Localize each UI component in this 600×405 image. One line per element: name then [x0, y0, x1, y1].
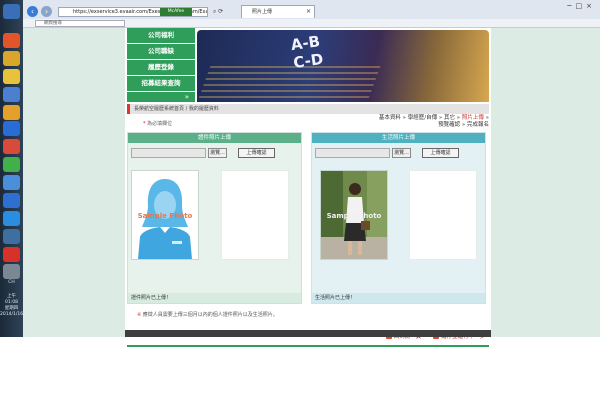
step-indicator: 基本資料 » 學經歷/自傳 » 其它 » 照片上傳 » 預覽確認 » 完成報名: [375, 115, 489, 128]
step-complete: 完成報名: [466, 121, 489, 128]
taskbar-app-icon[interactable]: [3, 193, 20, 208]
life-photo-status: 生活照片已上傳！: [312, 293, 485, 303]
life-photo-upload-button[interactable]: 上傳確認: [422, 148, 459, 158]
notice-text: 應徵人員需要上傳三個月以內的個人證件照片以及生活照片。: [142, 312, 278, 318]
step-photo-upload: 照片上傳: [461, 115, 484, 121]
taskbar-app-icon[interactable]: [3, 264, 20, 279]
clock-date: 2014/1/16: [0, 312, 24, 317]
menu-resume-register[interactable]: 履歷登錄: [127, 60, 195, 75]
notice-mark: ※: [137, 312, 142, 318]
lang-indicator[interactable]: CH: [0, 280, 23, 286]
id-photo-panel: 證件照片上傳 瀏覽... 上傳確認 Sample Photo 證件照片已上傳！: [127, 132, 302, 304]
skype-icon[interactable]: [3, 211, 20, 226]
life-photo-sample: Sample Photo: [320, 170, 388, 260]
life-photo-panel: 生活照片上傳 瀏覽... 上傳確認 Sample Photo 生活照片已上傳！: [311, 132, 486, 304]
tab-photo-upload[interactable]: 照片上傳 ×: [241, 5, 315, 18]
upload-notice: ※ 應徵人員需要上傳三個月以內的個人證件照片以及生活照片。: [137, 311, 278, 318]
taskbar-app-icon[interactable]: [3, 33, 20, 48]
gate-sign: A-B C-D: [290, 32, 325, 72]
media-icon[interactable]: [3, 105, 20, 120]
line-icon[interactable]: [3, 157, 20, 172]
menu-more-icon[interactable]: »: [127, 92, 195, 102]
id-photo-title: 證件照片上傳: [128, 133, 301, 143]
taskbar-app-icon[interactable]: [3, 87, 20, 102]
web-search-input[interactable]: 網頁搜尋: [35, 20, 125, 27]
taskbar-app-icon[interactable]: [3, 247, 20, 262]
menu-job-openings[interactable]: 公司職缺: [127, 44, 195, 59]
required-note: * 為必填欄位: [143, 120, 172, 127]
system-tray: CH 上午 01:08 星期四 2014/1/16: [0, 280, 23, 318]
mcafee-badge[interactable]: McAfee: [160, 8, 192, 16]
step-basic-info: 基本資料: [378, 115, 401, 121]
id-photo-status: 證件照片已上傳！: [128, 293, 301, 303]
chrome-icon[interactable]: [3, 139, 20, 154]
step-preview: 預覽確認: [438, 121, 461, 128]
start-button[interactable]: [3, 4, 20, 19]
clock-time: 上午 01:08: [5, 294, 18, 305]
folder-icon[interactable]: [3, 69, 20, 84]
id-photo-sample: Sample Photo: [131, 170, 199, 260]
windows-taskbar: CH 上午 01:08 星期四 2014/1/16: [0, 0, 23, 337]
desktop-area: [23, 337, 600, 405]
id-photo-file-input[interactable]: [131, 148, 206, 158]
step-sep: »: [400, 115, 408, 121]
refresh-icon[interactable]: ⌕ ⟳: [213, 8, 223, 16]
life-photo-file-input[interactable]: [315, 148, 390, 158]
life-photo-title: 生活照片上傳: [312, 133, 485, 143]
menu-result-query[interactable]: 招募結果查詢: [127, 76, 195, 91]
id-photo-uploaded: [221, 170, 289, 260]
life-photo-uploaded: [409, 170, 477, 260]
page-content: 公司福利 公司職缺 履歷登錄 招募結果查詢 » A-B C-D 長榮航空履歷系統…: [125, 28, 491, 347]
step-other: 其它: [443, 115, 455, 121]
menu-company-benefits[interactable]: 公司福利: [127, 28, 195, 43]
step-sep: »: [454, 115, 462, 121]
sample-photo-watermark: Sample Photo: [137, 212, 193, 220]
step-sep: »: [460, 121, 467, 128]
close-icon[interactable]: ×: [306, 6, 311, 18]
id-photo-browse-button[interactable]: 瀏覽...: [208, 148, 227, 158]
forward-icon[interactable]: ›: [41, 6, 52, 17]
step-sep: »: [483, 115, 489, 121]
search-toolbar: 網頁搜尋: [23, 19, 600, 28]
page-footer: [125, 330, 491, 337]
life-photo-browse-button[interactable]: 瀏覽...: [392, 148, 411, 158]
breadcrumb: 長榮航空履歷系統首頁 / 我的履歷資料: [127, 104, 489, 114]
sample-photo-watermark: Sample Photo: [326, 212, 382, 220]
airport-banner: A-B C-D: [197, 30, 489, 102]
back-icon[interactable]: ‹: [27, 6, 38, 17]
side-menu: 公司福利 公司職缺 履歷登錄 招募結果查詢 »: [127, 28, 195, 102]
required-text: 為必填欄位: [147, 121, 173, 127]
step-education: 學經歷/自傳: [407, 115, 438, 121]
ie-icon[interactable]: [3, 175, 20, 190]
required-star: *: [143, 121, 146, 127]
step-sep: »: [437, 115, 444, 121]
tab-title: 照片上傳: [252, 9, 273, 15]
taskbar-app-icon[interactable]: [3, 229, 20, 244]
taskbar-app-icon[interactable]: [3, 121, 20, 136]
window-controls[interactable]: ─□×: [567, 2, 596, 10]
id-photo-upload-button[interactable]: 上傳確認: [238, 148, 275, 158]
footer-divider: [127, 345, 489, 347]
departure-board: [198, 64, 382, 98]
taskbar-app-icon[interactable]: [3, 51, 20, 66]
